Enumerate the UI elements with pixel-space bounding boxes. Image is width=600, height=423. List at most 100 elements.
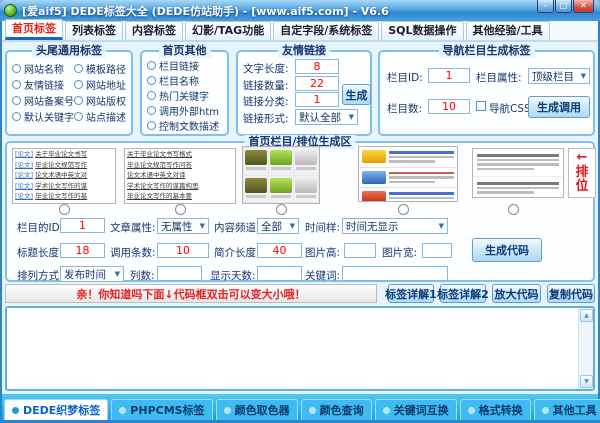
close-button[interactable]: ✕ — [573, 0, 594, 13]
dot-icon — [383, 407, 390, 414]
sort-mode-select[interactable]: 发布时间▼ — [60, 266, 124, 282]
radio-style-2[interactable] — [175, 204, 186, 215]
keyword-input[interactable] — [342, 266, 448, 281]
tab-format-convert[interactable]: 格式转换 — [460, 399, 531, 420]
preview-style-image-text-list — [358, 146, 458, 202]
channel-label: 内容频道: — [214, 220, 260, 235]
column-of-id-input[interactable] — [60, 218, 105, 233]
column-id-input[interactable] — [428, 68, 470, 83]
radio-text-control[interactable]: 控制文数描述 — [147, 118, 219, 133]
text-length-label: 文字长度: — [243, 61, 289, 76]
group-common-tags: 头尾通用标签 网站名称 模板路径 友情链接 网站地址 网站备案号 网站版权 默认… — [5, 50, 133, 136]
radio-hot-keywords[interactable]: 热门关键字 — [147, 88, 219, 103]
radio-friend-links[interactable]: 友情链接 — [12, 76, 74, 92]
preview-style-title-list: 关于毕业论文书写格式 毕业论文规范写作问答 论文术语中英文对译 学术论文写作的谋… — [124, 148, 236, 204]
car-thumbnail — [269, 148, 293, 175]
radio-icp-number[interactable]: 网站备案号 — [12, 92, 74, 108]
scrollbar[interactable]: ▲ ▼ — [578, 308, 593, 389]
radio-external-htm[interactable]: 调用外部htm — [147, 103, 219, 118]
tag-explain-2-button[interactable]: 标签详解2 — [440, 284, 486, 303]
radio-icon — [74, 96, 83, 105]
desc-length-input[interactable] — [257, 243, 302, 258]
channel-select[interactable]: 全部▼ — [257, 218, 299, 234]
tip-bar: 亲！你知道吗下面↓代码框双击可以变大小哦！ — [5, 284, 377, 303]
enlarge-code-button[interactable]: 放大代码 — [492, 284, 541, 303]
generate-links-button[interactable]: 生成 — [342, 84, 371, 105]
column-of-id-label: 栏目的ID: — [17, 220, 63, 235]
radio-style-3[interactable] — [276, 204, 287, 215]
tab-sql-ops[interactable]: SQL数据操作 — [381, 21, 463, 40]
copy-code-button[interactable]: 复制代码 — [547, 284, 595, 303]
maximize-button[interactable]: □ — [555, 0, 572, 13]
column-attr-select[interactable]: 顶级栏目▼ — [528, 68, 590, 84]
link-form-select[interactable]: 默认全部▼ — [295, 109, 358, 125]
radio-template-path[interactable]: 模板路径 — [74, 60, 128, 76]
radio-icon — [12, 96, 21, 105]
preview-style-image-grid — [242, 146, 320, 204]
tab-home-tags[interactable]: 首页标签 — [5, 19, 63, 40]
tab-other-tools[interactable]: 其他经验/工具 — [466, 21, 550, 40]
show-days-input[interactable] — [257, 266, 302, 281]
nav-css-checkbox[interactable] — [476, 101, 486, 111]
generate-code-button[interactable]: 生成代码 — [472, 238, 542, 262]
nav-css-label: 导航CSS — [489, 101, 531, 116]
tab-content-tags[interactable]: 内容标签 — [125, 21, 183, 40]
radio-default-keywords[interactable]: 默认关键字 — [12, 108, 74, 124]
title-length-label: 标题长度: — [17, 245, 63, 260]
radio-style-4[interactable] — [398, 204, 409, 215]
link-count-input[interactable] — [295, 76, 339, 91]
group-home-other-title: 首页其他 — [159, 44, 211, 58]
car-thumbnail — [362, 150, 386, 163]
tab-keyword-swap[interactable]: 关键词互换 — [375, 399, 457, 420]
radio-style-1[interactable] — [59, 204, 70, 215]
rank-indicator: ← 排 位 — [568, 148, 596, 198]
tab-phantom-tag[interactable]: 幻影/TAG功能 — [185, 21, 271, 40]
show-days-label: 显示天数: — [210, 268, 256, 283]
radio-icon — [147, 91, 156, 100]
chevron-down-icon: ▼ — [112, 270, 123, 278]
generate-nav-button[interactable]: 生成调用 — [528, 96, 590, 118]
radio-icon — [12, 80, 21, 89]
minimize-button[interactable]: – — [537, 0, 554, 13]
tab-dede-tags[interactable]: DEDE织梦标签 — [4, 399, 108, 420]
radio-site-description[interactable]: 站点描述 — [74, 108, 128, 124]
link-category-input[interactable] — [295, 92, 339, 107]
title-length-input[interactable] — [60, 243, 105, 258]
time-style-select[interactable]: 时间无显示▼ — [342, 218, 448, 234]
car-thumbnail — [244, 176, 268, 203]
scroll-up-icon[interactable]: ▲ — [580, 309, 593, 322]
radio-icon — [147, 76, 156, 85]
article-attr-select[interactable]: 无属性▼ — [157, 218, 209, 234]
column-id-label: 栏目ID: — [387, 70, 423, 85]
text-length-input[interactable] — [295, 59, 339, 74]
code-output[interactable] — [7, 308, 578, 389]
tab-color-query[interactable]: 颜色查询 — [301, 399, 372, 420]
radio-style-5[interactable] — [508, 204, 519, 215]
tag-explain-1-button[interactable]: 标签详解1 — [388, 284, 434, 303]
radio-copyright[interactable]: 网站版权 — [74, 92, 128, 108]
group-friend-links-title: 友情链接 — [278, 44, 330, 58]
tab-custom-fields[interactable]: 自定字段/系统标签 — [273, 21, 379, 40]
link-form-label: 链接形式: — [243, 111, 289, 126]
radio-column-name[interactable]: 栏目名称 — [147, 73, 219, 88]
radio-column-link[interactable]: 栏目链接 — [147, 58, 219, 73]
radio-site-url[interactable]: 网站地址 — [74, 76, 128, 92]
tab-list-tags[interactable]: 列表标签 — [65, 21, 123, 40]
radio-site-name[interactable]: 网站名称 — [12, 60, 74, 76]
image-width-input[interactable] — [422, 243, 452, 258]
car-thumbnail — [362, 191, 386, 202]
dot-icon — [119, 407, 126, 414]
call-rows-input[interactable] — [157, 243, 209, 258]
keyword-label: 关键词: — [305, 268, 340, 283]
dot-icon — [12, 407, 19, 414]
radio-icon — [12, 64, 21, 73]
image-height-input[interactable] — [344, 243, 376, 258]
columns-input[interactable] — [157, 266, 202, 281]
tab-color-picker[interactable]: 颜色取色器 — [216, 399, 298, 420]
chevron-down-icon: ▼ — [197, 222, 208, 230]
call-rows-label: 调用条数: — [110, 245, 156, 260]
tab-other-utils[interactable]: 其他工具 — [534, 399, 600, 420]
tab-phpcms-tags[interactable]: PHPCMS标签 — [111, 399, 212, 420]
column-count-input[interactable] — [428, 99, 470, 114]
scroll-down-icon[interactable]: ▼ — [580, 375, 593, 388]
